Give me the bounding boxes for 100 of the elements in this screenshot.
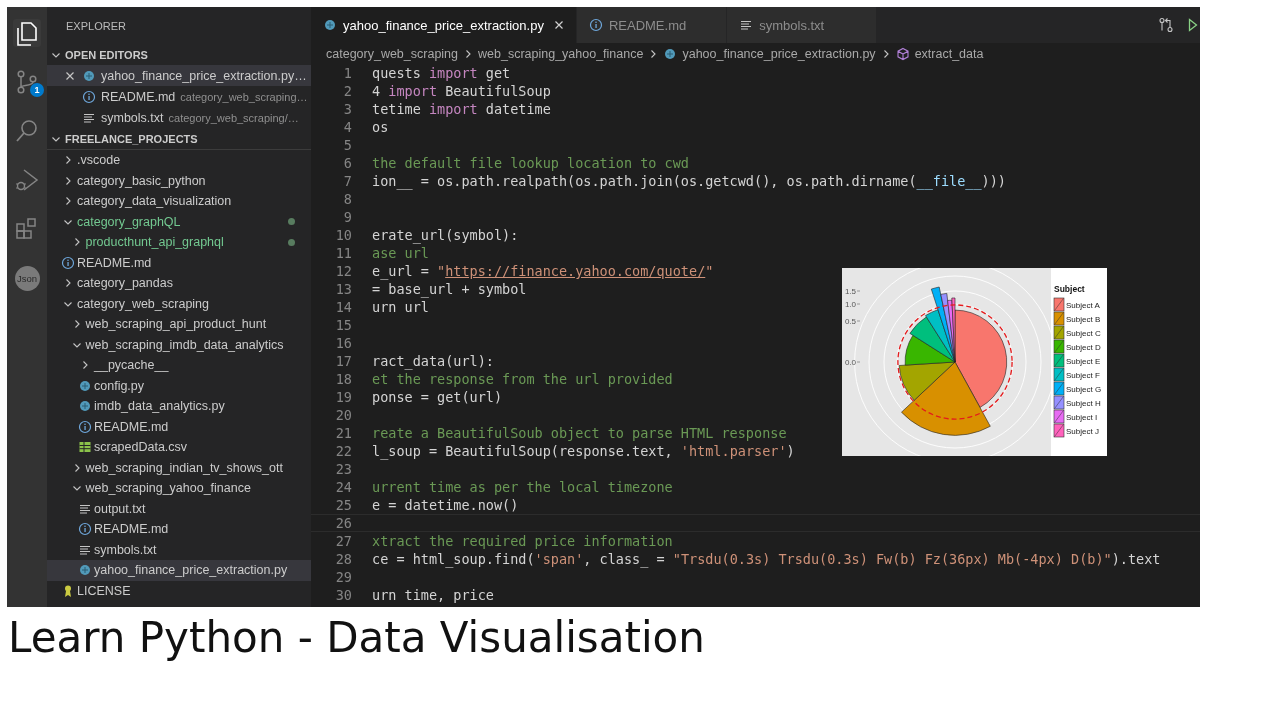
tree-item[interactable]: producthunt_api_graphql xyxy=(47,232,311,253)
line-number: 28 xyxy=(334,551,352,567)
run-debug-icon[interactable] xyxy=(13,166,41,194)
tree-item[interactable]: .vscode xyxy=(47,150,311,171)
table-icon xyxy=(78,440,92,455)
code-line: et the response from the url provided xyxy=(372,371,673,387)
run-icon[interactable] xyxy=(1188,18,1198,32)
panel-title: EXPLORER xyxy=(65,19,127,34)
python-icon xyxy=(663,46,678,61)
legend-label: Subject J xyxy=(1066,426,1099,436)
tree-item[interactable]: category_data_visualization xyxy=(47,191,311,212)
tree-item[interactable]: README.md xyxy=(47,416,311,437)
axis-tick-label: 0.5 xyxy=(844,317,856,326)
tree-item[interactable]: symbols.txt xyxy=(47,539,311,560)
line-number: 26 xyxy=(334,515,352,531)
open-editor-item[interactable]: symbols.txt category_web_scraping/… xyxy=(47,107,311,128)
info-icon xyxy=(82,89,96,104)
breadcrumb-item[interactable]: web_scraping_yahoo_finance xyxy=(478,46,644,61)
close-icon[interactable] xyxy=(553,20,564,30)
caption-title: Learn Python - Data Visualisation xyxy=(7,612,706,662)
breadcrumb-item[interactable]: yahoo_finance_price_extraction.py xyxy=(663,46,876,61)
tree-item[interactable]: README.md xyxy=(47,252,311,273)
legend-label: Subject A xyxy=(1066,300,1100,310)
tree-item[interactable]: web_scraping_yahoo_finance xyxy=(47,478,311,499)
cube-icon xyxy=(895,46,910,61)
tree-item[interactable]: config.py xyxy=(47,375,311,396)
python-icon xyxy=(78,399,92,414)
legend-label: Subject I xyxy=(1066,412,1098,422)
line-number: 5 xyxy=(342,137,352,153)
tab[interactable]: yahoo_finance_price_extraction.py xyxy=(311,7,577,43)
code-line: quests import get xyxy=(372,65,511,81)
section-header[interactable]: OPEN EDITORS xyxy=(47,45,311,65)
line-number: 22 xyxy=(334,443,352,459)
chevron-down-icon xyxy=(51,134,61,144)
close-icon[interactable] xyxy=(65,70,75,81)
line-number: 29 xyxy=(334,569,352,585)
file-path: category_web_scraping… xyxy=(180,90,308,103)
code-line: urn time, price xyxy=(372,587,494,603)
modified-dot xyxy=(288,218,295,226)
line-number: 6 xyxy=(342,155,352,171)
code-line: reate a BeautifulSoub object to parse HTML response xyxy=(372,425,787,441)
line-number: 25 xyxy=(334,497,352,513)
tree-item[interactable]: README.md xyxy=(47,519,311,540)
tree-item[interactable]: LICENSE xyxy=(47,580,311,601)
code-line: = base_url + symbol xyxy=(372,281,527,297)
open-editor-item[interactable]: yahoo_finance_price_extraction.py… xyxy=(47,65,311,86)
modified-dot xyxy=(288,238,295,246)
code-line: erate_url(symbol): xyxy=(372,227,519,243)
info-icon xyxy=(588,18,603,32)
line-number: 1 xyxy=(342,65,352,81)
tree-item[interactable]: scrapedData.csv xyxy=(47,437,311,458)
breadcrumb-item[interactable]: extract_data xyxy=(895,46,984,61)
line-number: 11 xyxy=(334,245,352,261)
tree-item[interactable]: category_pandas xyxy=(47,273,311,294)
tree-item[interactable]: yahoo_finance_price_extraction.py xyxy=(47,560,311,581)
file-path: category_web_scraping/… xyxy=(168,111,299,124)
tree-item[interactable]: web_scraping_imdb_data_analytics xyxy=(47,334,311,355)
line-number: 24 xyxy=(334,479,352,495)
line-number: 13 xyxy=(334,281,352,297)
info-icon xyxy=(61,255,75,270)
code-line: ponse = get(url) xyxy=(372,389,503,405)
line-number: 19 xyxy=(334,389,352,405)
tree-item[interactable]: output.txt xyxy=(47,498,311,519)
chevron-down-icon xyxy=(51,50,61,60)
tree-item[interactable]: imdb_data_analytics.py xyxy=(47,396,311,417)
section-header[interactable]: FREELANCE_PROJECTS xyxy=(47,129,311,149)
count-badge: 1 xyxy=(30,83,44,97)
python-icon xyxy=(78,378,92,393)
tree-item[interactable]: category_graphQL xyxy=(47,211,311,232)
line-number: 8 xyxy=(342,191,352,207)
tab[interactable]: symbols.txt xyxy=(727,7,878,43)
legend-label: Subject B xyxy=(1066,314,1101,324)
code-line: os xyxy=(372,119,389,135)
tree-item[interactable]: category_web_scraping xyxy=(47,293,311,314)
compare-icon[interactable] xyxy=(1158,17,1174,33)
open-editor-item[interactable]: README.md category_web_scraping… xyxy=(47,86,311,107)
python-icon xyxy=(78,563,92,578)
legend-label: Subject F xyxy=(1066,370,1100,380)
legend-label: Subject C xyxy=(1066,328,1101,338)
breadcrumb-item[interactable]: category_web_scraping xyxy=(326,46,459,61)
legend-label: Subject E xyxy=(1066,356,1101,366)
code-line: ract_data(url): xyxy=(372,353,494,369)
code-line: ase url xyxy=(372,245,429,261)
code-line: urn url xyxy=(372,299,429,315)
code-line: ce = html_soup.find('span', class_ = "Trsdu(0.3s) Trsdu(0.3s) Fw(b) Fz(36px) Mb(-4px) D(b)").text xyxy=(372,551,1161,567)
tree-item[interactable]: __pycache__ xyxy=(47,355,311,376)
python-icon xyxy=(82,68,96,83)
tree-item[interactable]: category_basic_python xyxy=(47,170,311,191)
legend-label: Subject D xyxy=(1066,342,1101,352)
tab[interactable]: README.md xyxy=(576,7,728,43)
line-number: 7 xyxy=(342,173,352,189)
line-number: 17 xyxy=(334,353,352,369)
code-line: l_soup = BeautifulSoup(response.text, 'html.parser') xyxy=(372,443,795,459)
code-line: tetime import datetime xyxy=(372,101,551,117)
tree-item[interactable]: web_scraping_indian_tv_shows_ott xyxy=(47,457,311,478)
tree-item[interactable]: web_scraping_api_product_hunt xyxy=(47,314,311,335)
lines-icon xyxy=(739,18,754,32)
code-line: e = datetime.now() xyxy=(372,497,519,513)
code-line: xtract the required price information xyxy=(372,533,673,549)
code-line: 4 import BeautifulSoup xyxy=(372,83,551,99)
